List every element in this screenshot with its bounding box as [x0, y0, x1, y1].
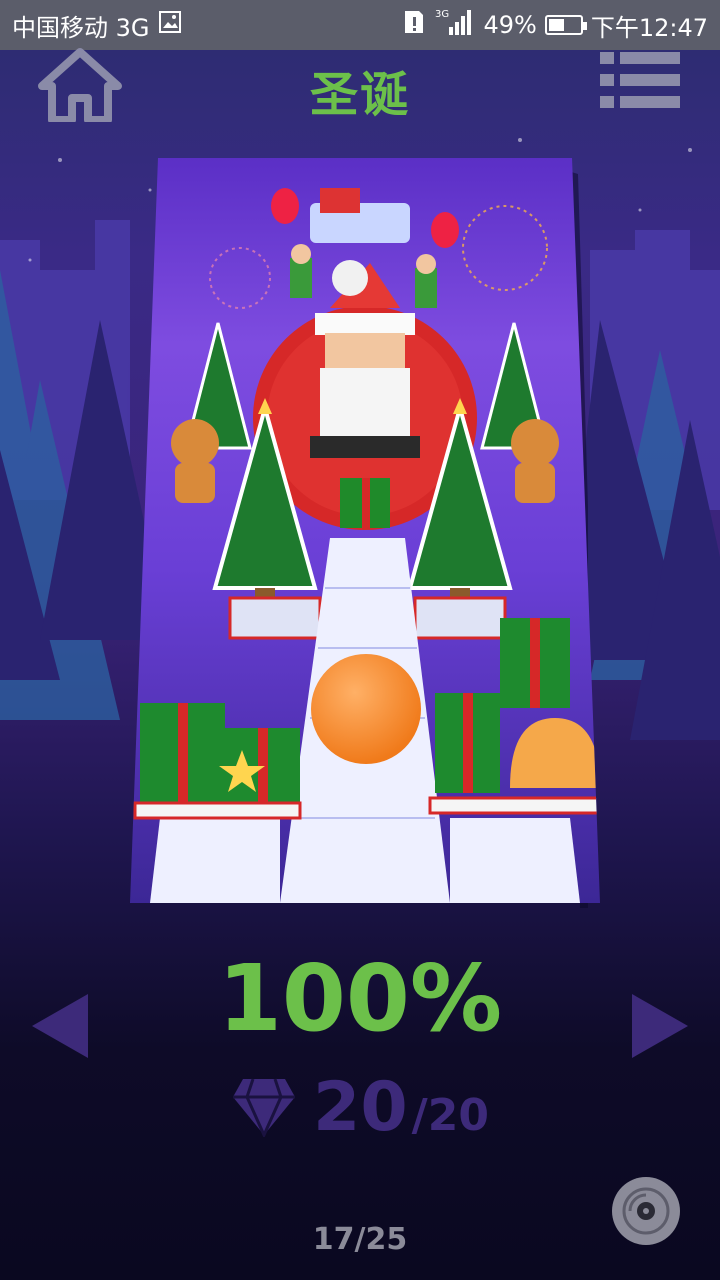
battery-percent: 49%	[483, 11, 537, 39]
level-artwork	[133, 188, 600, 903]
status-left: 中国移动 3G	[12, 8, 182, 43]
battery-icon	[544, 15, 587, 35]
presents-right	[428, 618, 600, 815]
disc-icon	[612, 1177, 680, 1245]
elf-right	[415, 254, 437, 308]
level-preview-card[interactable]	[130, 158, 600, 903]
elf-left	[290, 244, 312, 298]
network-type-label: 3G	[435, 9, 449, 20]
carrier-label: 中国移动 3G	[12, 13, 150, 42]
list-menu-icon	[600, 52, 680, 108]
firework-left	[209, 247, 271, 309]
gems-total: /20	[411, 1090, 489, 1141]
status-bar: 中国移动 3G 3G 49% 下午12:47	[0, 0, 720, 50]
sim-alert-icon	[401, 9, 427, 41]
signal-icon: 3G	[435, 7, 475, 43]
firework-right	[462, 205, 548, 291]
gem-counter: 20 /20	[0, 1068, 720, 1147]
player-ball	[311, 654, 421, 764]
gingerbread-right	[511, 419, 559, 503]
gingerbread-left	[171, 419, 219, 503]
bell-decoration	[510, 718, 600, 788]
completion-percent: 100%	[217, 945, 503, 1052]
level-list-button[interactable]	[598, 50, 682, 112]
diamond-icon	[233, 1078, 296, 1137]
gems-collected: 20	[313, 1068, 408, 1147]
image-notification-icon	[158, 10, 182, 40]
sleigh-decoration	[271, 188, 459, 248]
status-right: 3G 49% 下午12:47	[401, 7, 708, 43]
presents-left	[133, 703, 302, 820]
clock: 下午12:47	[590, 13, 708, 42]
music-button[interactable]	[610, 1175, 682, 1247]
